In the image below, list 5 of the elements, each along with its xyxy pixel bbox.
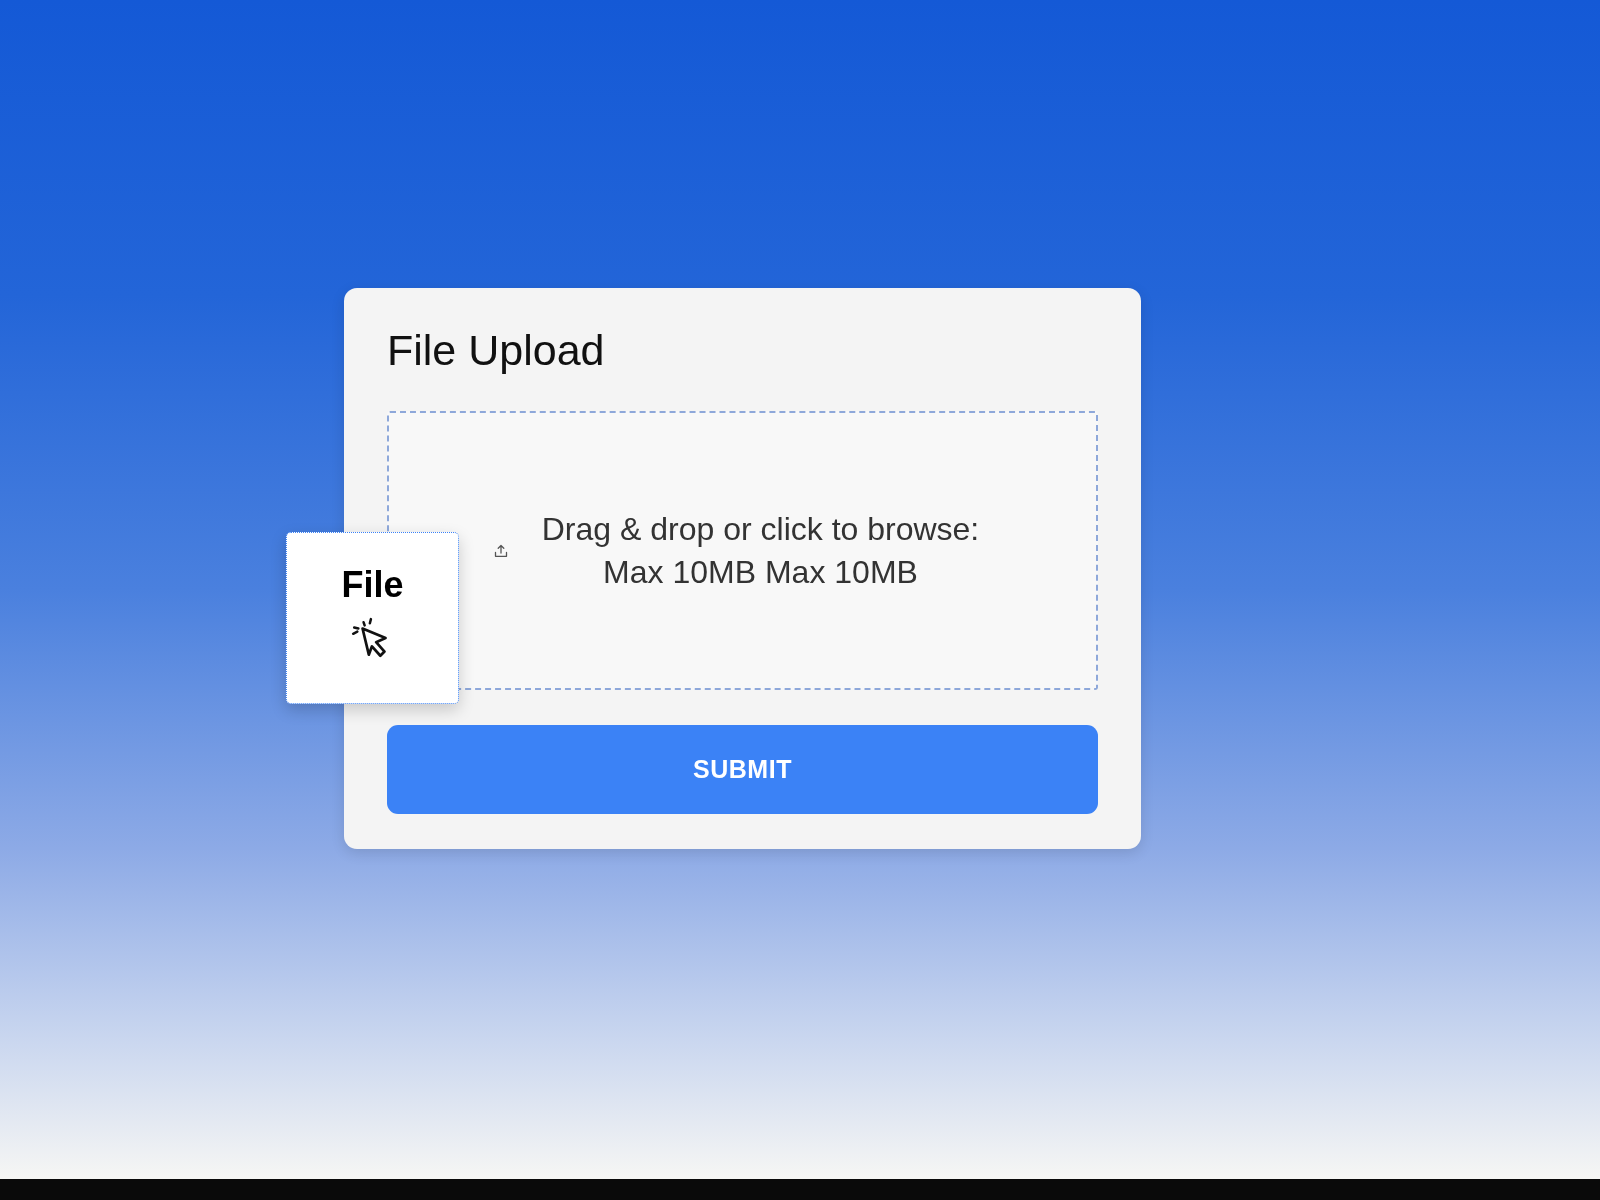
file-drag-preview[interactable]: File — [286, 532, 459, 704]
submit-button[interactable]: SUBMIT — [387, 725, 1098, 814]
drop-zone-text: Drag & drop or click to browse: Max 10MB Max 10MB — [540, 509, 981, 592]
card-title: File Upload — [387, 325, 605, 376]
upload-icon — [493, 543, 508, 558]
